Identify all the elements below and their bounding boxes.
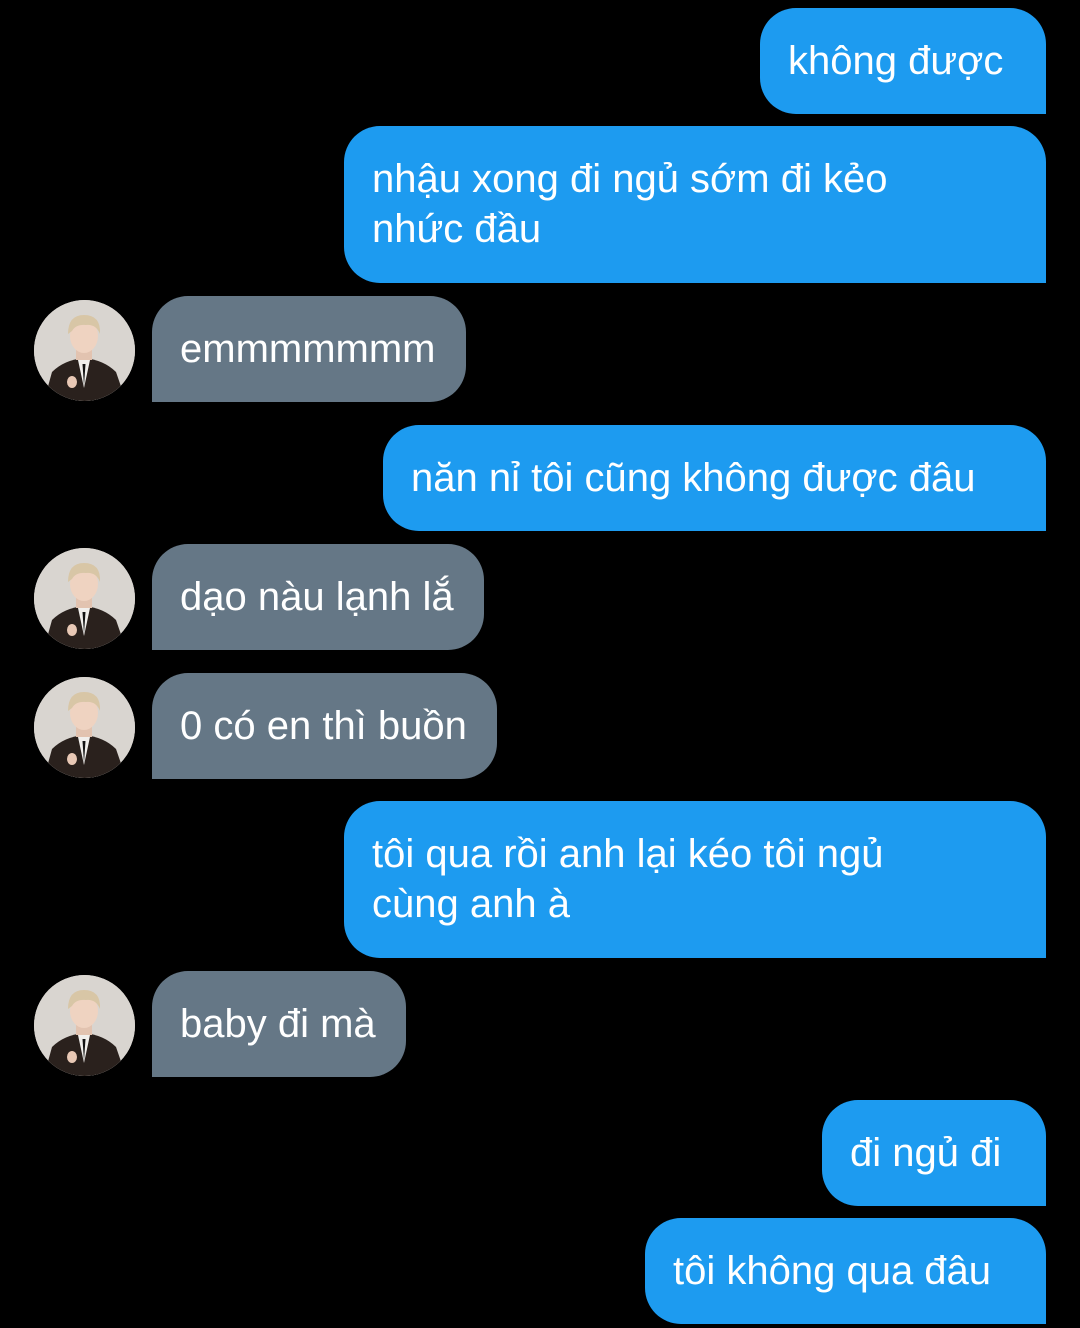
- avatar-image: [34, 548, 135, 649]
- message-bubble-sent[interactable]: tôi qua rồi anh lại kéo tôi ngủ cùng anh…: [344, 801, 1046, 958]
- avatar-image: [34, 677, 135, 778]
- contact-avatar[interactable]: [34, 677, 135, 778]
- message-bubble-received[interactable]: emmmmmmm: [152, 296, 466, 402]
- contact-avatar[interactable]: [34, 300, 135, 401]
- message-bubble-received[interactable]: 0 có en thì buồn: [152, 673, 497, 779]
- message-bubble-sent[interactable]: nhậu xong đi ngủ sớm đi kẻo nhức đầu: [344, 126, 1046, 283]
- contact-avatar[interactable]: [34, 975, 135, 1076]
- message-bubble-received[interactable]: dạo nàu lạnh lắ: [152, 544, 484, 650]
- avatar-image: [34, 975, 135, 1076]
- message-bubble-sent[interactable]: tôi không qua đâu: [645, 1218, 1046, 1324]
- avatar-image: [34, 300, 135, 401]
- message-bubble-sent[interactable]: không được: [760, 8, 1046, 114]
- message-bubble-sent[interactable]: đi ngủ đi: [822, 1100, 1046, 1206]
- contact-avatar[interactable]: [34, 548, 135, 649]
- message-bubble-received[interactable]: baby đi mà: [152, 971, 406, 1077]
- message-bubble-sent[interactable]: năn nỉ tôi cũng không được đâu: [383, 425, 1046, 531]
